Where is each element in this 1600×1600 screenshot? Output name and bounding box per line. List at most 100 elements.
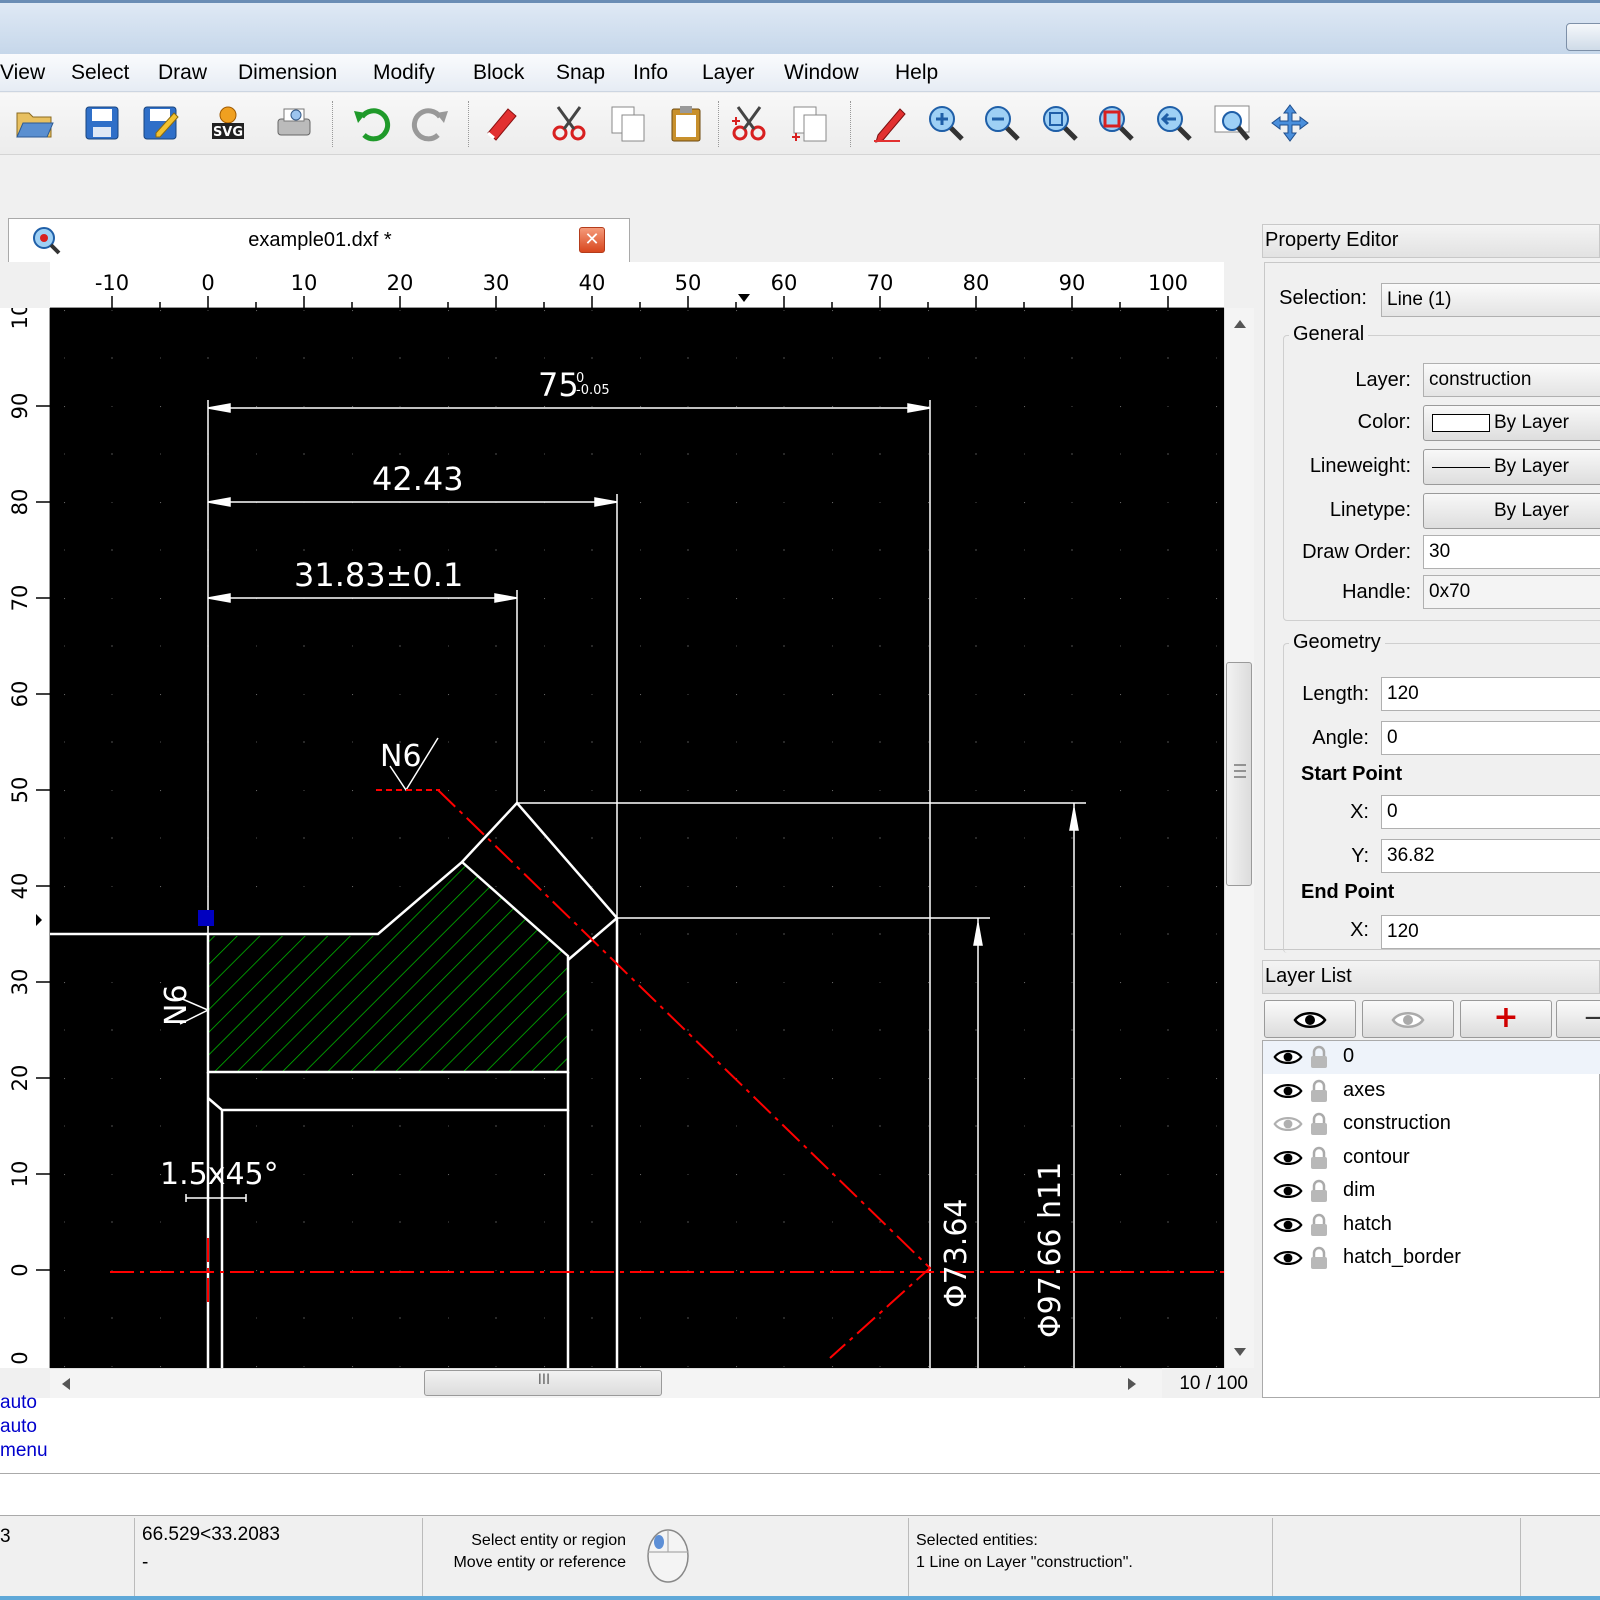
lineweight-value: By Layer (1494, 456, 1569, 477)
window-bottom-border (0, 1596, 1600, 1600)
copy-icon[interactable] (608, 103, 648, 143)
main-toolbar: SVG (0, 93, 1600, 155)
scroll-down-icon[interactable] (1234, 1348, 1246, 1356)
eye-hidden-icon[interactable] (1273, 1114, 1303, 1134)
lock-icon[interactable] (1309, 1178, 1329, 1204)
property-editor-body: Selection: Line (1) General Layer: const… (1264, 262, 1600, 953)
document-tab[interactable]: example01.dxf * ✕ (8, 218, 630, 262)
zoom-previous-icon[interactable] (1154, 103, 1194, 143)
start-x-field[interactable]: 0 (1381, 795, 1600, 829)
layer-row[interactable]: construction (1263, 1108, 1600, 1141)
show-all-layers-button[interactable] (1264, 1000, 1356, 1038)
status-separator (1272, 1518, 1273, 1598)
draw-order-field[interactable]: 30 (1423, 535, 1600, 569)
menu-window[interactable]: Window (784, 61, 859, 85)
property-editor-title: Property Editor (1262, 224, 1600, 258)
menu-help[interactable]: Help (895, 61, 938, 85)
redo-icon[interactable] (410, 103, 450, 143)
pan-icon[interactable] (1270, 103, 1310, 143)
lock-icon[interactable] (1309, 1078, 1329, 1104)
zoom-selection-icon[interactable] (1096, 103, 1136, 143)
hide-all-layers-button[interactable] (1362, 1000, 1454, 1038)
scroll-left-icon[interactable] (62, 1378, 70, 1390)
eye-icon[interactable] (1273, 1148, 1303, 1168)
menu-draw[interactable]: Draw (158, 61, 207, 85)
save-icon[interactable] (82, 103, 122, 143)
length-field[interactable]: 120 (1381, 677, 1600, 711)
selection-dropdown[interactable]: Line (1) (1381, 283, 1600, 317)
zoom-out-icon[interactable] (982, 103, 1022, 143)
status-left-value: 3 (0, 1526, 11, 1547)
lock-icon[interactable] (1309, 1111, 1329, 1137)
drawing-canvas[interactable]: 75 0 -0.05 42.43 31.83±0.1 N6 N6 1.5x45°… (50, 308, 1224, 1368)
lock-icon[interactable] (1309, 1145, 1329, 1171)
coordinate-readout-secondary: - (142, 1552, 149, 1573)
minimize-button[interactable] (1566, 23, 1600, 51)
layer-row[interactable]: 0 (1263, 1041, 1600, 1074)
scroll-right-icon[interactable] (1128, 1378, 1136, 1390)
vertical-scroll-thumb[interactable] (1226, 662, 1252, 886)
page-indicator: 10 / 100 (1179, 1373, 1248, 1394)
angle-field[interactable]: 0 (1381, 721, 1600, 755)
ruler-label: 90 (1059, 271, 1086, 295)
menu-dimension[interactable]: Dimension (238, 61, 337, 85)
print-preview-icon[interactable] (274, 103, 314, 143)
add-layer-button[interactable]: + (1460, 1000, 1552, 1038)
cut-reference-icon[interactable] (730, 103, 770, 143)
paste-icon[interactable] (666, 103, 706, 143)
end-x-field[interactable]: 120 (1381, 915, 1600, 949)
lock-icon[interactable] (1309, 1212, 1329, 1238)
angle-label: Angle: (1312, 727, 1369, 749)
layer-dropdown[interactable]: construction (1423, 363, 1600, 397)
eye-icon[interactable] (1273, 1181, 1303, 1201)
open-icon[interactable] (14, 103, 54, 143)
cut-icon[interactable] (550, 103, 590, 143)
menu-snap[interactable]: Snap (556, 61, 605, 85)
eye-icon[interactable] (1273, 1047, 1303, 1067)
dimension-text-75: 75 (538, 366, 579, 404)
layer-list[interactable]: 0 axes construction contour dim hatch hatch_bo… (1262, 1040, 1600, 1398)
undo-icon[interactable] (352, 103, 392, 143)
eye-icon[interactable] (1273, 1081, 1303, 1101)
selection-grip[interactable] (198, 910, 214, 926)
command-history-line: auto (0, 1416, 37, 1437)
vertical-ruler: 10 90 80 70 60 50 40 30 20 10 0 0 (0, 308, 50, 1368)
menu-view[interactable]: View (0, 61, 45, 85)
copy-reference-icon[interactable] (790, 103, 830, 143)
horizontal-scroll-thumb[interactable]: III (424, 1370, 662, 1396)
layer-row[interactable]: dim (1263, 1175, 1600, 1208)
zoom-auto-icon[interactable] (1040, 103, 1080, 143)
menu-info[interactable]: Info (633, 61, 668, 85)
menu-modify[interactable]: Modify (373, 61, 435, 85)
layer-row[interactable]: contour (1263, 1142, 1600, 1175)
close-tab-icon[interactable]: ✕ (579, 227, 605, 253)
command-input[interactable] (0, 1474, 1600, 1516)
ruler-label: 40 (8, 873, 32, 900)
diameter-text-97-66: Φ97.66 h11 (1033, 1162, 1068, 1338)
remove-layer-button[interactable]: − (1556, 1000, 1600, 1038)
menu-layer[interactable]: Layer (702, 61, 755, 85)
eraser-icon[interactable] (482, 103, 522, 143)
lock-icon[interactable] (1309, 1245, 1329, 1271)
scroll-up-icon[interactable] (1234, 320, 1246, 328)
layer-row[interactable]: hatch (1263, 1209, 1600, 1242)
lock-icon[interactable] (1309, 1044, 1329, 1070)
pencil-icon[interactable] (870, 103, 910, 143)
layer-row[interactable]: hatch_border (1263, 1242, 1600, 1275)
status-bar: 3 66.529<33.2083 - Select entity or regi… (0, 1518, 1600, 1598)
color-button[interactable]: By Layer (1423, 405, 1600, 441)
menu-select[interactable]: Select (71, 61, 129, 85)
linetype-button[interactable]: By Layer (1423, 493, 1600, 529)
scroll-thumb-grip: III (537, 1372, 551, 1388)
layer-row[interactable]: axes (1263, 1075, 1600, 1108)
eye-icon[interactable] (1273, 1215, 1303, 1235)
svg-export-icon[interactable]: SVG (208, 103, 248, 143)
lineweight-button[interactable]: By Layer (1423, 449, 1600, 485)
zoom-window-icon[interactable] (1212, 103, 1252, 143)
zoom-in-icon[interactable] (926, 103, 966, 143)
dimension-text-31-83: 31.83±0.1 (294, 556, 463, 594)
menu-block[interactable]: Block (473, 61, 524, 85)
start-y-field[interactable]: 36.82 (1381, 839, 1600, 873)
save-as-icon[interactable] (140, 103, 180, 143)
eye-icon[interactable] (1273, 1248, 1303, 1268)
